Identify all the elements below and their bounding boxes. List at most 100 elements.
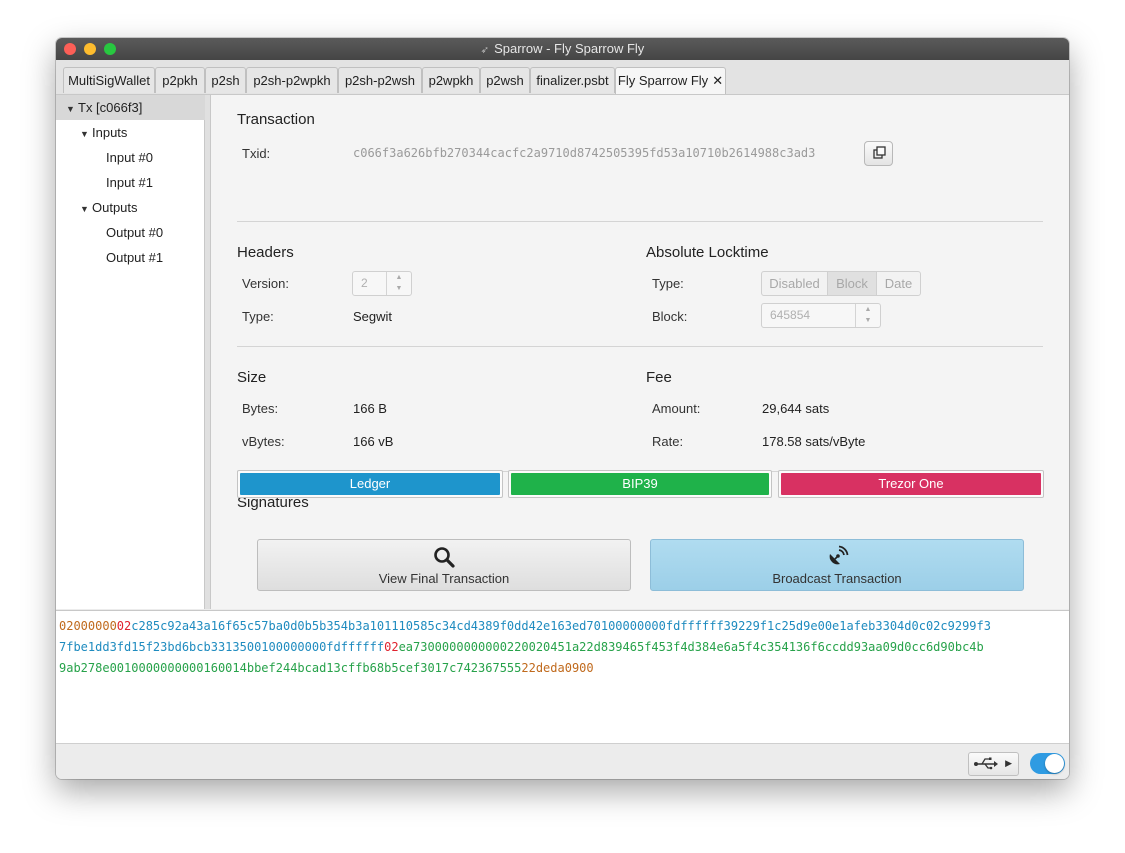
broadcast-transaction-label: Broadcast Transaction [772,571,902,586]
maximize-window-button[interactable] [104,43,116,55]
bytes-value: 166 B [353,401,387,416]
expanded-triangle-icon[interactable]: ▼ [80,122,92,147]
tree-item-inputs[interactable]: ▼ Inputs [56,120,228,145]
signer-label: Ledger [240,473,500,495]
hex-inputs: 7fbe1dd3fd15f23bd6bcb3313500100000000fdf… [59,640,385,654]
tab-p2sh-p2wsh[interactable]: p2sh-p2wsh [338,67,422,93]
hex-version: 02000000 [59,619,117,633]
signer-label: BIP39 [511,473,769,495]
status-bar: ▶ [56,743,1069,779]
tab-label: p2wsh [486,73,524,88]
tab-label: Fly Sparrow Fly [617,73,709,88]
tab-multisigwallet[interactable]: MultiSigWallet [63,67,155,93]
tree-label: Input #1 [106,175,153,190]
tree-label: Inputs [92,125,128,140]
broadcast-transaction-button[interactable]: Broadcast Transaction [650,539,1024,591]
hex-input-count: 02 [116,619,132,633]
tab-label: MultiSigWallet [68,73,150,88]
locktime-block-option[interactable]: Block [827,271,877,296]
hex-outputs: 9ab278e0010000000000160014bbef244bcad13c… [59,661,522,675]
hex-inputs: c285c92a43a16f65c57ba0d0b5b354b3a1011105… [131,619,991,633]
tree-item-outputs[interactable]: ▼ Outputs [56,195,228,220]
locktime-disabled-option[interactable]: Disabled [761,271,828,296]
tx-type-label: Type: [242,309,274,324]
decrement-icon[interactable]: ▼ [856,315,880,326]
tab-label: finalizer.psbt [536,73,609,88]
vbytes-value: 166 vB [353,434,394,449]
rate-label: Rate: [652,434,684,449]
view-final-transaction-button[interactable]: View Final Transaction [257,539,631,591]
amount-label: Amount: [652,401,701,416]
transaction-tree: ▼ Tx [c066f3] ▼ Inputs Input #0 Input #1 ▼… [56,95,214,609]
title-bar: ➶ Sparrow - Fly Sparrow Fly [56,38,1069,60]
tab-p2wpkh[interactable]: p2wpkh [422,67,480,93]
tab-label: p2sh-p2wpkh [253,73,331,88]
tab-label: p2sh-p2wsh [344,73,416,88]
view-final-transaction-label: View Final Transaction [378,571,510,586]
minimize-window-button[interactable] [84,43,96,55]
tab-label: p2wpkh [428,73,474,88]
vbytes-label: vBytes: [242,434,285,449]
signature-bip39: BIP39 [508,470,772,498]
hex-locktime: 22deda0900 [521,661,594,675]
block-spinner[interactable]: 645854 ▲ ▼ [761,303,881,328]
tree-label: Input #0 [106,150,153,165]
dropdown-arrow-icon: ▶ [1005,758,1012,768]
app-window: ➶ Sparrow - Fly Sparrow Fly MultiSigWalle… [56,38,1069,779]
tab-p2sh[interactable]: p2sh [205,67,246,93]
locktime-type-segmented: Disabled Block Date [761,271,921,296]
headers-section-title: Headers [237,244,294,261]
decrement-icon[interactable]: ▼ [387,283,411,294]
signature-ledger: Ledger [237,470,503,498]
locktime-section-title: Absolute Locktime [646,244,769,261]
increment-icon[interactable]: ▲ [387,272,411,283]
copy-icon [873,146,886,159]
bytes-label: Bytes: [242,401,279,416]
transaction-detail-panel: Transaction Txid: c066f3a626bfb270344cac… [211,95,1069,609]
close-window-button[interactable] [64,43,76,55]
hex-line-2: 7fbe1dd3fd15f23bd6bcb3313500100000000fdf… [59,640,984,654]
separator [237,346,1043,347]
usb-devices-button[interactable]: ▶ [968,752,1019,776]
version-label: Version: [242,276,289,291]
window-title: Sparrow - Fly Sparrow Fly [494,41,645,56]
tab-fly-sparrow-fly[interactable]: Fly Sparrow Fly ✕ [615,67,726,94]
tx-type-value: Segwit [353,309,393,324]
version-spinner[interactable]: 2 ▲ ▼ [352,271,412,296]
tab-bar: MultiSigWallet p2pkh p2sh p2sh-p2wpkh p2… [56,60,1069,95]
tab-label: p2pkh [162,73,198,88]
block-label: Block: [652,309,688,324]
tree-label: Outputs [92,200,138,215]
close-tab-icon[interactable]: ✕ [712,73,723,88]
expanded-triangle-icon[interactable]: ▼ [66,97,78,122]
locktime-date-option[interactable]: Date [876,271,921,296]
hex-line-3: 9ab278e0010000000000160014bbef244bcad13c… [59,661,594,675]
hex-outputs: ea7300000000000220020451a22d839465f453f4… [398,640,984,654]
expanded-triangle-icon[interactable]: ▼ [80,197,92,222]
hex-line-1: 0200000002c285c92a43a16f65c57ba0d0b5b354… [59,619,991,633]
fee-section-title: Fee [646,369,672,386]
tab-p2wsh[interactable]: p2wsh [480,67,530,93]
online-toggle[interactable] [1030,753,1065,774]
size-section-title: Size [237,369,267,386]
tab-p2sh-p2wpkh[interactable]: p2sh-p2wpkh [246,67,338,93]
locktime-type-label: Type: [652,276,684,291]
tree-item-tx[interactable]: ▼ Tx [c066f3] [56,95,214,120]
separator [237,221,1043,222]
increment-icon[interactable]: ▲ [856,304,880,315]
tab-finalizer-psbt[interactable]: finalizer.psbt [530,67,615,93]
tab-label: p2sh [211,73,240,88]
sparrow-icon: ➶ [480,45,490,56]
usb-icon [974,757,998,770]
signer-label: Trezor One [781,473,1041,495]
spinner-arrows: ▲ ▼ [386,272,411,295]
copy-txid-button[interactable] [864,141,893,166]
tree-label: Tx [c066f3] [78,100,143,115]
txid-label: Txid: [242,146,271,161]
transaction-section-title: Transaction [237,111,315,128]
transaction-hex-view[interactable]: 0200000002c285c92a43a16f65c57ba0d0b5b354… [56,610,1069,744]
rate-value: 178.58 sats/vByte [762,434,866,449]
signature-trezor-one: Trezor One [778,470,1044,498]
hex-output-count: 02 [384,640,399,654]
tab-p2pkh[interactable]: p2pkh [155,67,205,93]
